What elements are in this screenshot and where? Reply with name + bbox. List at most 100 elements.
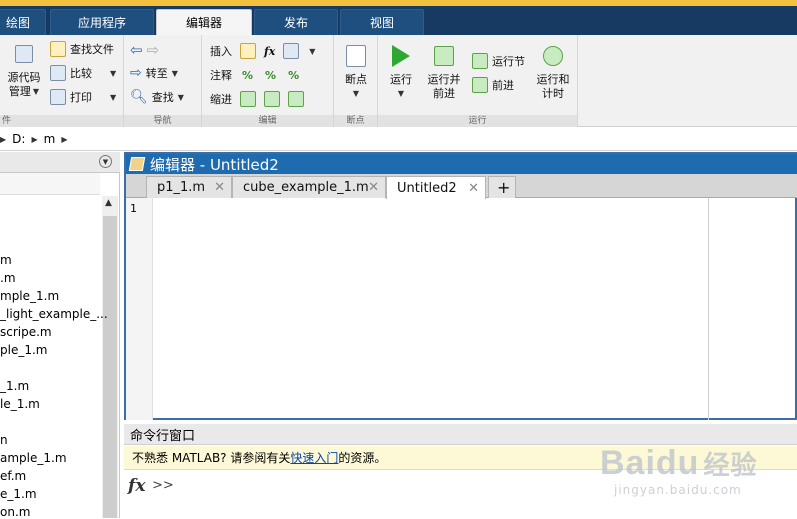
current-folder-panel: ▼ ▲ m .m mple_1.m _light_example_... scr… — [0, 152, 120, 519]
scroll-up-icon[interactable]: ▲ — [105, 198, 112, 208]
breakpoints-label: 断点 — [345, 73, 367, 86]
editor-tab-cube-example[interactable]: cube_example_1.m ✕ — [232, 176, 386, 198]
run-and-advance-button[interactable]: 运行并 前进 — [422, 43, 466, 101]
stopwatch-icon — [541, 43, 565, 69]
scrollbar-thumb[interactable] — [103, 216, 117, 518]
file-item[interactable]: e_1.m — [0, 487, 37, 501]
run-button[interactable]: 运行 ▼ — [384, 43, 418, 101]
folder-search-icon — [50, 41, 66, 57]
file-item[interactable]: le_1.m — [0, 397, 40, 411]
chevron-down-icon: ▼ — [352, 89, 360, 98]
file-item[interactable]: mple_1.m — [0, 289, 59, 303]
tab-apps[interactable]: 应用程序 — [50, 9, 154, 35]
uncomment-icon[interactable]: % — [265, 69, 276, 82]
back-forward-buttons[interactable]: ⇦ ⇨ — [130, 41, 159, 59]
address-folder[interactable]: m — [44, 132, 56, 146]
file-item[interactable]: on.m — [0, 505, 30, 519]
tab-plots-label: 绘图 — [5, 16, 30, 30]
find-label: 查找 — [151, 91, 174, 104]
tab-plots[interactable]: 绘图 — [0, 9, 46, 35]
run-advance-label-1: 运行并 — [427, 73, 461, 86]
advance-button[interactable]: 前进 — [472, 77, 514, 93]
fx-icon[interactable]: fx — [264, 45, 275, 58]
chevron-down-icon: ▼ — [171, 68, 178, 78]
watermark-jingyan: 经验 — [703, 450, 758, 480]
ribbon-section-breakpoints: 断点 ▼ 断点 — [334, 35, 378, 127]
print-label: 打印 — [70, 91, 92, 104]
ribbon-section-edit: 插入 fx ▼ 注释%%% 缩进 编辑 — [202, 35, 334, 127]
smart-indent-icon[interactable] — [240, 91, 256, 107]
insert-button[interactable]: 插入 fx ▼ — [210, 43, 315, 59]
wrap-comment-icon[interactable]: % — [288, 69, 299, 82]
run-section-button[interactable]: 运行节 — [472, 53, 525, 69]
file-item[interactable]: m — [0, 253, 12, 267]
file-item[interactable]: _1.m — [0, 379, 29, 393]
advance-label: 前进 — [492, 79, 514, 92]
address-bar[interactable]: ▶ D: ▶ m ▶ — [0, 128, 797, 151]
run-play-icon — [389, 43, 413, 69]
editor-tab-untitled2[interactable]: Untitled2 ✕ — [386, 176, 486, 199]
increase-indent-icon[interactable] — [264, 91, 280, 107]
file-item[interactable]: n — [0, 433, 8, 447]
getting-started-link[interactable]: 快速入门 — [290, 449, 338, 466]
decrease-indent-icon[interactable] — [288, 91, 304, 107]
run-label: 运行 — [390, 73, 412, 86]
editor-window: 编辑器 - Untitled2 p1_1.m ✕ cube_example_1.… — [124, 152, 797, 420]
tab-apps-label: 应用程序 — [77, 16, 126, 30]
chevron-down-icon: ▼ — [110, 92, 117, 102]
file-item[interactable]: _light_example_... — [0, 307, 108, 321]
editor-tab-label: p1_1.m — [157, 180, 206, 195]
file-item[interactable]: ample_1.m — [0, 451, 67, 465]
line-number-gutter: 1 — [126, 198, 153, 420]
close-icon[interactable]: ✕ — [468, 181, 479, 196]
run-time-label-2: 计时 — [542, 87, 564, 100]
tab-publish[interactable]: 发布 — [254, 9, 338, 35]
panel-menu-icon[interactable]: ▼ — [99, 155, 112, 168]
close-icon[interactable]: ✕ — [368, 180, 379, 195]
fx-icon[interactable]: fx — [128, 476, 145, 496]
compare-button[interactable]: 比较 ▼ — [50, 65, 116, 81]
indent-button[interactable]: 缩进 — [210, 91, 304, 107]
source-control-button[interactable]: 源代码 管理 ▼ — [2, 41, 46, 99]
tab-view[interactable]: 视图 — [340, 9, 424, 35]
tab-editor[interactable]: 编辑器 — [156, 9, 252, 35]
run-time-label-1: 运行和 — [536, 73, 570, 86]
close-icon[interactable]: ✕ — [214, 180, 225, 195]
chevron-down-icon[interactable]: ▼ — [309, 47, 315, 56]
file-item[interactable]: scripe.m — [0, 325, 52, 339]
editor-tab-label: cube_example_1.m — [243, 180, 369, 195]
print-button[interactable]: 打印 ▼ — [50, 89, 116, 105]
run-advance-icon — [432, 43, 456, 69]
comment-button[interactable]: 注释%%% — [210, 67, 299, 83]
file-item[interactable]: .m — [0, 271, 16, 285]
tab-publish-label: 发布 — [283, 16, 308, 30]
right-margin-line — [708, 198, 709, 420]
editor-tab-bar: p1_1.m ✕ cube_example_1.m ✕ Untitled2 ✕ … — [126, 174, 797, 199]
editor-tab-p1[interactable]: p1_1.m ✕ — [146, 176, 232, 198]
add-tab-button[interactable]: + — [488, 176, 516, 198]
file-item[interactable]: ple_1.m — [0, 343, 47, 357]
line-number: 1 — [130, 202, 137, 215]
chevron-down-icon: ▼ — [177, 92, 184, 102]
file-item[interactable]: ef.m — [0, 469, 26, 483]
insert-icon — [240, 43, 256, 59]
code-area[interactable] — [154, 198, 708, 420]
goto-button[interactable]: ⇨ 转至 ▼ — [130, 65, 178, 81]
address-drive[interactable]: D: — [12, 132, 25, 146]
function-icon[interactable] — [283, 43, 300, 59]
run-and-time-button[interactable]: 运行和 计时 — [532, 43, 574, 101]
section-label-breakpoints: 断点 — [334, 115, 377, 127]
breakpoints-button[interactable]: 断点 ▼ — [338, 43, 374, 101]
insert-label: 插入 — [210, 45, 232, 58]
percent-icon[interactable]: % — [242, 69, 253, 82]
source-control-label: 源代码 — [7, 71, 41, 84]
compare-label: 比较 — [70, 67, 92, 80]
notice-suffix: 的资源。 — [338, 451, 387, 465]
caret-right-icon: ▶ — [0, 134, 7, 144]
find-button[interactable]: 🔍︎ 查找 ▼ — [130, 89, 184, 105]
breakpoints-icon — [344, 43, 368, 69]
add-tab-label: + — [497, 178, 511, 197]
find-files-button[interactable]: 查找文件 — [50, 41, 114, 57]
section-label-edit: 编辑 — [202, 115, 333, 127]
toolstrip-tab-bar: 绘图 应用程序 编辑器 发布 视图 — [0, 6, 797, 35]
